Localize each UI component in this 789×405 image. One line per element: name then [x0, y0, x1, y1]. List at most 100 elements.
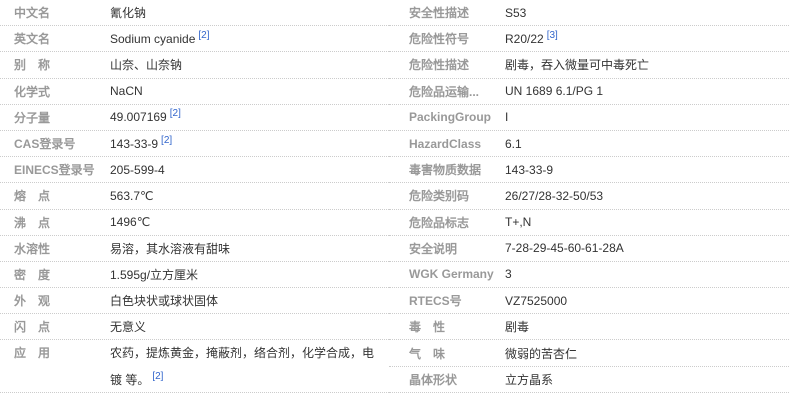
row-value-text: NaCN	[110, 84, 143, 98]
row-value-text: 26/27/28-32-50/53	[505, 189, 603, 203]
table-row: 别 称 山奈、山奈钠	[0, 52, 389, 78]
row-value: 微弱的苦杏仁	[505, 345, 789, 362]
row-label: WGK Germany	[409, 267, 505, 281]
row-value-text: 1.595g/立方厘米	[110, 268, 198, 282]
table-row: WGK Germany 3	[389, 262, 789, 288]
row-value: 易溶，其水溶液有甜味	[110, 240, 389, 257]
row-value-text: 1496℃	[110, 215, 150, 229]
row-value: VZ7525000	[505, 294, 789, 308]
row-value-text: 剧毒，吞入微量可中毒死亡	[505, 58, 649, 72]
row-value-text: 205-599-4	[110, 163, 165, 177]
row-value: 205-599-4	[110, 163, 389, 177]
row-value: NaCN	[110, 84, 389, 98]
table-row: 英文名 Sodium cyanide[2]	[0, 26, 389, 52]
table-row: EINECS登录号 205-599-4	[0, 157, 389, 183]
row-label: 沸 点	[14, 214, 110, 231]
reference-link[interactable]: [2]	[198, 30, 209, 41]
table-row: 化学式 NaCN	[0, 79, 389, 105]
row-label: 熔 点	[14, 187, 110, 204]
row-label: 英文名	[14, 30, 110, 47]
chemical-infobox: 中文名 氰化钠 英文名 Sodium cyanide[2] 别 称 山奈、山奈钠…	[0, 0, 789, 405]
row-value-text: VZ7525000	[505, 294, 567, 308]
table-row: 毒害物质数据 143-33-9	[389, 157, 789, 183]
row-value: 无意义	[110, 318, 389, 335]
row-value-text: 143-33-9	[505, 163, 553, 177]
reference-link[interactable]: [2]	[152, 371, 163, 382]
row-label: 闪 点	[14, 318, 110, 335]
table-row: 沸 点 1496℃	[0, 210, 389, 236]
row-label: RTECS号	[409, 292, 505, 309]
table-row: 危险性符号 R20/22[3]	[389, 26, 789, 52]
row-label: 密 度	[14, 266, 110, 283]
row-value: 26/27/28-32-50/53	[505, 189, 789, 203]
table-row: 晶体形状 立方晶系	[389, 367, 789, 393]
row-value-text: 剧毒	[505, 320, 529, 334]
row-label: 危险品运输...	[409, 83, 505, 100]
row-value: 7-28-29-45-60-61-28A	[505, 241, 789, 255]
table-row: 毒 性 剧毒	[389, 314, 789, 340]
row-value-text: S53	[505, 6, 526, 20]
row-value: UN 1689 6.1/PG 1	[505, 84, 789, 98]
table-row: CAS登录号 143-33-9[2]	[0, 131, 389, 157]
row-label: 安全说明	[409, 240, 505, 257]
row-value: S53	[505, 6, 789, 20]
row-label: 安全性描述	[409, 4, 505, 21]
row-value-text: 143-33-9	[110, 137, 158, 151]
row-value: 1496℃	[110, 215, 389, 229]
row-value-text: 7-28-29-45-60-61-28A	[505, 241, 624, 255]
row-value-text: 49.007169	[110, 110, 167, 124]
row-label: 气 味	[409, 345, 505, 362]
row-value: Sodium cyanide[2]	[110, 32, 389, 46]
row-value-text: 微弱的苦杏仁	[505, 347, 577, 361]
row-label: 危险性符号	[409, 30, 505, 47]
table-row: 水溶性 易溶，其水溶液有甜味	[0, 236, 389, 262]
row-value-text: 白色块状或球状固体	[110, 294, 218, 308]
reference-link[interactable]: [3]	[547, 30, 558, 41]
row-value: 143-33-9[2]	[110, 137, 389, 151]
row-label: 危险品标志	[409, 214, 505, 231]
row-label: 分子量	[14, 109, 110, 126]
row-label: 中文名	[14, 4, 110, 21]
row-value: T+,N	[505, 215, 789, 229]
row-label: 毒 性	[409, 318, 505, 335]
table-row: 气 味 微弱的苦杏仁	[389, 340, 789, 366]
table-row: HazardClass 6.1	[389, 131, 789, 157]
row-value: 143-33-9	[505, 163, 789, 177]
row-label: 毒害物质数据	[409, 161, 505, 178]
row-value-text: 农药，提炼黄金，掩蔽剂，络合剂，化学合成，电镀 等。	[110, 346, 374, 386]
table-row: 安全性描述 S53	[389, 0, 789, 26]
row-value-text: 无意义	[110, 320, 146, 334]
row-value: 3	[505, 267, 789, 281]
row-label: EINECS登录号	[14, 161, 110, 178]
table-row: 中文名 氰化钠	[0, 0, 389, 26]
row-label: 危险性描述	[409, 56, 505, 73]
row-label: HazardClass	[409, 137, 505, 151]
row-value-text: Sodium cyanide	[110, 32, 195, 46]
table-row: 熔 点 563.7℃	[0, 183, 389, 209]
row-value: 49.007169[2]	[110, 110, 389, 124]
row-value-text: 氰化钠	[110, 6, 146, 20]
row-value: 剧毒，吞入微量可中毒死亡	[505, 56, 789, 73]
row-value-text: T+,N	[505, 215, 531, 229]
row-value: 白色块状或球状固体	[110, 292, 389, 309]
table-row: 密 度 1.595g/立方厘米	[0, 262, 389, 288]
row-value-text: 563.7℃	[110, 189, 154, 203]
row-value: I	[505, 110, 789, 124]
row-value-text: 3	[505, 267, 512, 281]
reference-link[interactable]: [2]	[170, 108, 181, 119]
row-value-text: 6.1	[505, 137, 522, 151]
row-value: 6.1	[505, 137, 789, 151]
row-label: 晶体形状	[409, 371, 505, 388]
left-column: 中文名 氰化钠 英文名 Sodium cyanide[2] 别 称 山奈、山奈钠…	[0, 0, 389, 393]
table-row: 危险品运输... UN 1689 6.1/PG 1	[389, 79, 789, 105]
table-row: 安全说明 7-28-29-45-60-61-28A	[389, 236, 789, 262]
row-label: CAS登录号	[14, 135, 110, 152]
reference-link[interactable]: [2]	[161, 135, 172, 146]
row-value: 1.595g/立方厘米	[110, 266, 389, 283]
row-value-text: I	[505, 110, 508, 124]
row-value-text: 山奈、山奈钠	[110, 58, 182, 72]
row-value: R20/22[3]	[505, 32, 789, 46]
table-row: 分子量 49.007169[2]	[0, 105, 389, 131]
row-value-text: R20/22	[505, 32, 544, 46]
right-column: 安全性描述 S53 危险性符号 R20/22[3] 危险性描述 剧毒，吞入微量可…	[389, 0, 789, 393]
